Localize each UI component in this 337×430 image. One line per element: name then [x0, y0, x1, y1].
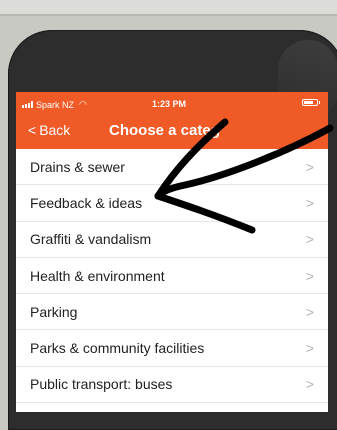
category-list: Drains & sewer > Feedback & ideas > Graffiti…	[16, 149, 328, 404]
status-time: 1:23 PM	[152, 99, 187, 109]
back-button[interactable]: < Back	[28, 122, 70, 138]
list-item[interactable]: Drains & sewer >	[16, 149, 328, 186]
chevron-right-icon: >	[305, 158, 314, 175]
carrier-label: Spark NZ	[36, 99, 75, 110]
battery-icon	[302, 99, 320, 106]
back-chevron-icon: <	[28, 122, 37, 138]
list-item-label: Drains & sewer	[30, 158, 125, 175]
list-item-label: Public transport: buses	[30, 376, 173, 393]
status-bar: Spark NZ ◠ 1:23 PM	[16, 92, 328, 114]
app-screen: Spark NZ ◠ 1:23 PM < Back Choose a categ …	[16, 92, 328, 412]
list-item[interactable]: Public transport: buses >	[16, 366, 328, 404]
chevron-right-icon: >	[305, 267, 314, 284]
list-item[interactable]: Feedback & ideas >	[16, 185, 328, 222]
wifi-icon: ◠	[79, 99, 87, 109]
list-item-label: Graffiti & vandalism	[30, 231, 152, 248]
chevron-right-icon: >	[305, 194, 314, 211]
page-title: Choose a categ	[109, 122, 220, 139]
list-item[interactable]: Parking >	[16, 294, 328, 331]
chevron-right-icon: >	[305, 376, 314, 393]
chevron-right-icon: >	[305, 303, 314, 320]
status-left: Spark NZ ◠	[22, 99, 87, 110]
list-item-label: Health & environment	[30, 267, 165, 284]
list-item-label: Feedback & ideas	[30, 194, 143, 211]
list-item-label: Parks & community facilities	[30, 340, 205, 357]
list-item[interactable]: Health & environment >	[16, 257, 328, 295]
chevron-right-icon: >	[305, 231, 314, 248]
chevron-right-icon: >	[305, 340, 314, 357]
back-label: Back	[39, 122, 71, 138]
nav-header: Spark NZ ◠ 1:23 PM < Back Choose a categ	[16, 92, 328, 149]
background-card	[0, 0, 337, 16]
list-item[interactable]: Parks & community facilities >	[16, 330, 328, 367]
signal-icon	[22, 101, 33, 108]
list-item[interactable]: Graffiti & vandalism >	[16, 221, 328, 258]
list-item-label: Parking	[30, 303, 78, 320]
